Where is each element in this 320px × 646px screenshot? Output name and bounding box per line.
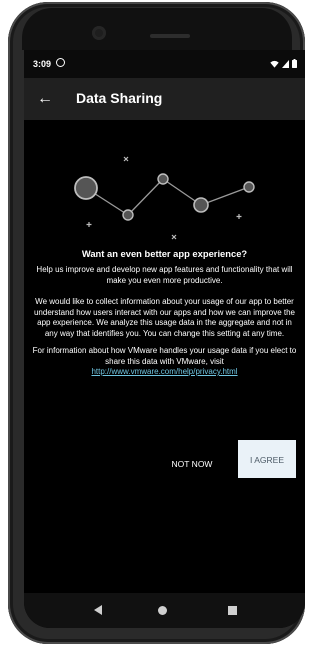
system-nav-bar <box>24 593 305 628</box>
page-title: Data Sharing <box>76 90 163 106</box>
usage-paragraph: We would like to collect information abo… <box>33 297 296 338</box>
app-notification-icon <box>56 58 65 67</box>
arrow-left-icon[interactable]: ← <box>34 88 56 110</box>
graph-node-large <box>74 176 98 200</box>
screen: 3:09 ← Data Sharing Want an even better … <box>24 50 305 628</box>
status-time: 3:09 <box>33 59 52 69</box>
device: 3:09 ← Data Sharing Want an even better … <box>0 0 305 646</box>
graph-node <box>157 173 169 185</box>
privacy-text: For information about how VMware handles… <box>32 346 297 366</box>
privacy-paragraph: For information about how VMware handles… <box>30 346 299 378</box>
front-camera-icon <box>92 26 106 40</box>
agree-button[interactable]: I AGREE <box>238 440 296 478</box>
content-heading: Want an even better app experience? <box>81 248 248 259</box>
top-bezel <box>22 8 292 50</box>
status-icons <box>270 59 297 68</box>
intro-paragraph: Help us improve and develop new app feat… <box>36 265 293 285</box>
battery-icon <box>292 59 297 68</box>
wifi-icon <box>270 60 279 68</box>
nav-back-icon[interactable] <box>94 605 102 615</box>
status-bar: 3:09 <box>24 50 305 78</box>
nav-home-icon[interactable] <box>158 606 167 615</box>
nav-recents-icon[interactable] <box>228 606 237 615</box>
signal-icon <box>282 59 289 68</box>
earpiece-speaker <box>150 34 190 38</box>
graph-node <box>243 181 255 193</box>
app-bar: ← Data Sharing <box>24 78 305 120</box>
privacy-link[interactable]: http://www.vmware.com/help/privacy.html <box>91 367 237 376</box>
data-graph-illustration <box>74 156 255 240</box>
graph-node <box>193 197 209 213</box>
graph-node <box>122 209 134 221</box>
not-now-button[interactable]: NOT NOW <box>161 449 223 477</box>
